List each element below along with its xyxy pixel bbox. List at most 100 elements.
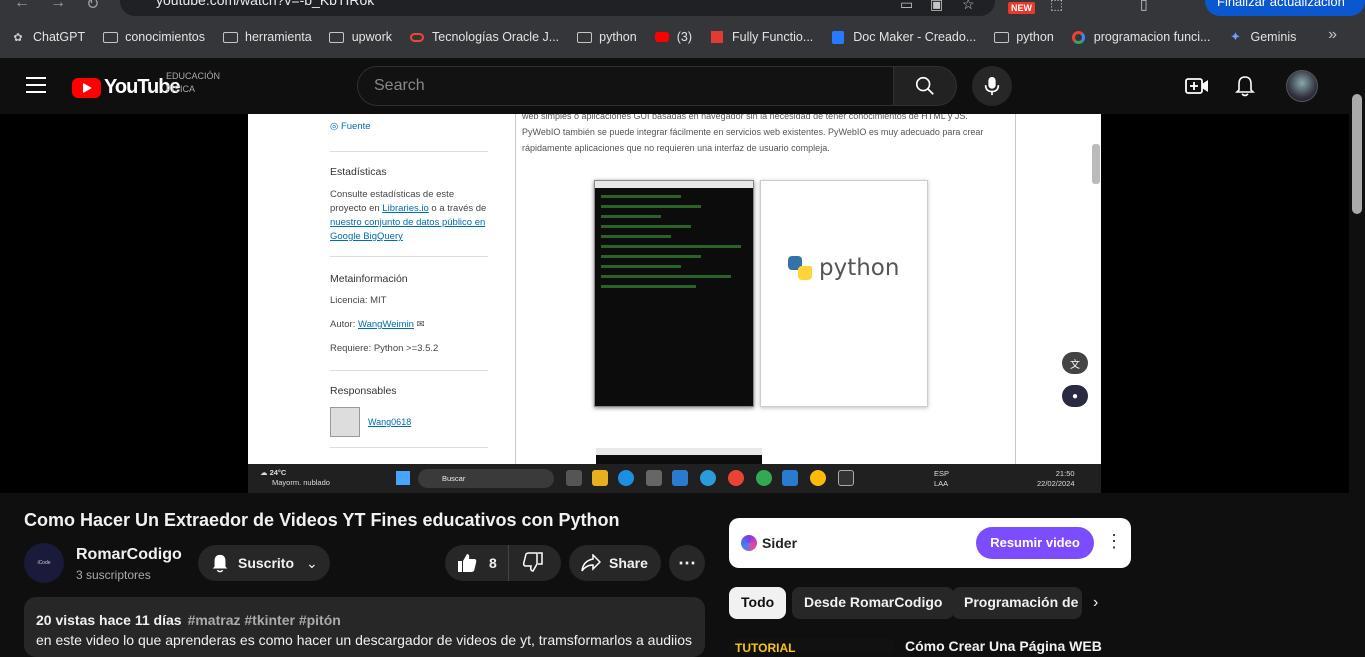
sidepanel-icon[interactable]: ▯: [1140, 0, 1148, 13]
libraries-link: Libraries.io: [382, 203, 429, 214]
bookmarks-more-icon[interactable]: »: [1328, 26, 1337, 44]
more-horizontal-icon: ⋯: [678, 552, 696, 573]
bookmark-label: Fully Functio...: [731, 30, 814, 44]
gemini-icon: ✦: [1230, 29, 1241, 44]
chip-programming[interactable]: Programación de c: [952, 587, 1082, 619]
description-box[interactable]: 20 vistas hace 11 días #matraz #tkinter #…: [24, 597, 705, 657]
recommended-thumbnail[interactable]: TUTORIAL: [729, 638, 894, 653]
menu-icon[interactable]: [26, 77, 46, 93]
bookmark-item[interactable]: Doc Maker - Creado...: [830, 30, 976, 44]
more-actions-button[interactable]: ⋯: [669, 545, 705, 581]
cloud-icon: ☁: [260, 468, 268, 477]
store-icon: [646, 470, 662, 486]
frame-scrollbar: [1092, 144, 1100, 184]
update-button[interactable]: Finalizar actualización: [1205, 0, 1365, 16]
sider-float-icon[interactable]: ●: [1062, 385, 1088, 407]
reload-icon[interactable]: ↻: [86, 0, 99, 14]
bookmark-item[interactable]: programacion funci...: [1071, 30, 1211, 44]
create-video-icon[interactable]: [1185, 74, 1209, 98]
subscribed-button[interactable]: Suscrito ⌄: [198, 545, 330, 581]
bigquery-link: nuestro conjunto de datos público en Goo…: [330, 217, 486, 242]
demo-browser-image: [760, 180, 928, 407]
like-dislike-group: 8: [445, 545, 561, 581]
install-icon[interactable]: ▭: [900, 0, 913, 13]
sider-panel: Sider Resumir video ⋮: [729, 518, 1131, 568]
stats-section: Estadísticas Consulte estadísticas de es…: [330, 151, 488, 244]
share-icon: [581, 554, 601, 572]
bookmarks-bar: ✿ ChatGPT conocimientos herramienta upwork Te…: [0, 16, 1365, 58]
windows-start-icon: [396, 471, 410, 485]
bookmark-label: Tecnologías Oracle J...: [432, 30, 560, 44]
source-link-row: ◎ Fuente: [330, 121, 488, 132]
chrome-icon-2: [756, 470, 772, 486]
bookmark-item[interactable]: upwork: [329, 30, 392, 44]
meta-section: Metainformación Licencia: MIT Autor: Wan…: [330, 256, 488, 354]
bookmark-item[interactable]: ✦ Geminis: [1228, 29, 1297, 44]
demo-terminal-image-2: [596, 448, 762, 464]
red-square-icon: [709, 30, 725, 44]
address-bar[interactable]: youtube.com/watch?v=-b_KbTIRok: [120, 0, 995, 16]
summarize-video-button[interactable]: Resumir video: [976, 527, 1094, 559]
stats-heading: Estadísticas: [330, 166, 387, 178]
subscriber-count: 3 suscriptores: [76, 568, 151, 582]
more-vertical-icon[interactable]: ⋮: [1105, 531, 1123, 552]
back-icon[interactable]: ←: [14, 0, 30, 12]
recommended-title[interactable]: Cómo Crear Una Página WEB: [905, 638, 1102, 654]
author-text: Autor: WangWeimin ✉: [330, 319, 425, 330]
mail-icon: ✉: [416, 319, 425, 330]
translate-float-icon[interactable]: 文: [1062, 352, 1088, 374]
chip-from-channel[interactable]: Desde RomarCodigo: [792, 587, 955, 619]
logo-subtitle: EDUCACIÓN FÍSICA: [166, 71, 221, 94]
python-logo: python: [786, 254, 899, 282]
bookmark-label: herramienta: [245, 30, 312, 44]
pypi-description: web simples o aplicaciones GUI basadas e…: [522, 114, 984, 153]
dislike-button[interactable]: [509, 551, 543, 575]
youtube-logo[interactable]: YouTube EDUCACIÓN FÍSICA: [72, 71, 220, 99]
license-text: Licencia: MIT: [330, 295, 387, 306]
folder-icon: [993, 30, 1009, 44]
mail-app-icon: [672, 470, 688, 486]
maintainer-link: Wang0618: [368, 417, 412, 427]
voice-search-button[interactable]: [972, 66, 1012, 106]
chatgpt-icon: ✿: [13, 31, 23, 44]
edge-icon: [618, 470, 634, 486]
page-scrollbar[interactable]: [1349, 58, 1365, 649]
folder-icon: [222, 30, 238, 44]
share-button[interactable]: Share: [569, 545, 661, 581]
bookmark-item[interactable]: herramienta: [222, 30, 312, 44]
search-icon: [915, 76, 934, 95]
taskbar-search: Buscar: [418, 469, 554, 488]
sider-label: Sider: [762, 535, 798, 551]
bookmark-item[interactable]: conocimientos: [102, 30, 205, 44]
translate-icon[interactable]: ▣: [930, 0, 943, 13]
extension-icon[interactable]: ⬚: [1050, 0, 1063, 13]
like-button[interactable]: 8: [445, 545, 509, 581]
bookmark-item[interactable]: Tecnologías Oracle J...: [409, 30, 559, 44]
bookmark-item[interactable]: ✿ ChatGPT: [10, 30, 85, 44]
channel-avatar[interactable]: iCode: [24, 543, 64, 583]
youtube-header: YouTube EDUCACIÓN FÍSICA Search: [0, 58, 1365, 114]
search-input[interactable]: Search: [357, 66, 894, 106]
chrome-icon: [728, 470, 744, 486]
channel-name[interactable]: RomarCodigo: [76, 546, 182, 564]
chevron-right-icon[interactable]: ›: [1093, 594, 1117, 618]
microphone-icon: [984, 76, 1000, 96]
maintainer-avatar: [330, 407, 360, 437]
chip-all[interactable]: Todo: [729, 587, 787, 619]
account-avatar[interactable]: [1286, 70, 1318, 102]
forward-icon[interactable]: →: [50, 0, 66, 12]
bookmark-item[interactable]: python: [993, 30, 1054, 44]
bookmark-item[interactable]: Fully Functio...: [709, 30, 813, 44]
search-button[interactable]: [893, 66, 957, 106]
star-icon[interactable]: ☆: [962, 0, 975, 13]
bookmark-label: Geminis: [1250, 30, 1297, 44]
hashtags[interactable]: #matraz #tkinter #pitón: [188, 612, 341, 628]
sider-logo-icon: [741, 535, 757, 551]
python-snake-icon: [786, 254, 814, 282]
view-count: 20 vistas hace 11 días: [36, 612, 182, 628]
video-frame-content: ◎ Fuente Estadísticas Consulte estadísti…: [248, 114, 1101, 464]
bookmark-item[interactable]: python: [576, 30, 637, 44]
requires-text: Requiere: Python >=3.5.2: [330, 343, 439, 354]
bookmark-item[interactable]: (3): [654, 30, 692, 44]
notifications-bell-icon[interactable]: [1233, 74, 1257, 98]
